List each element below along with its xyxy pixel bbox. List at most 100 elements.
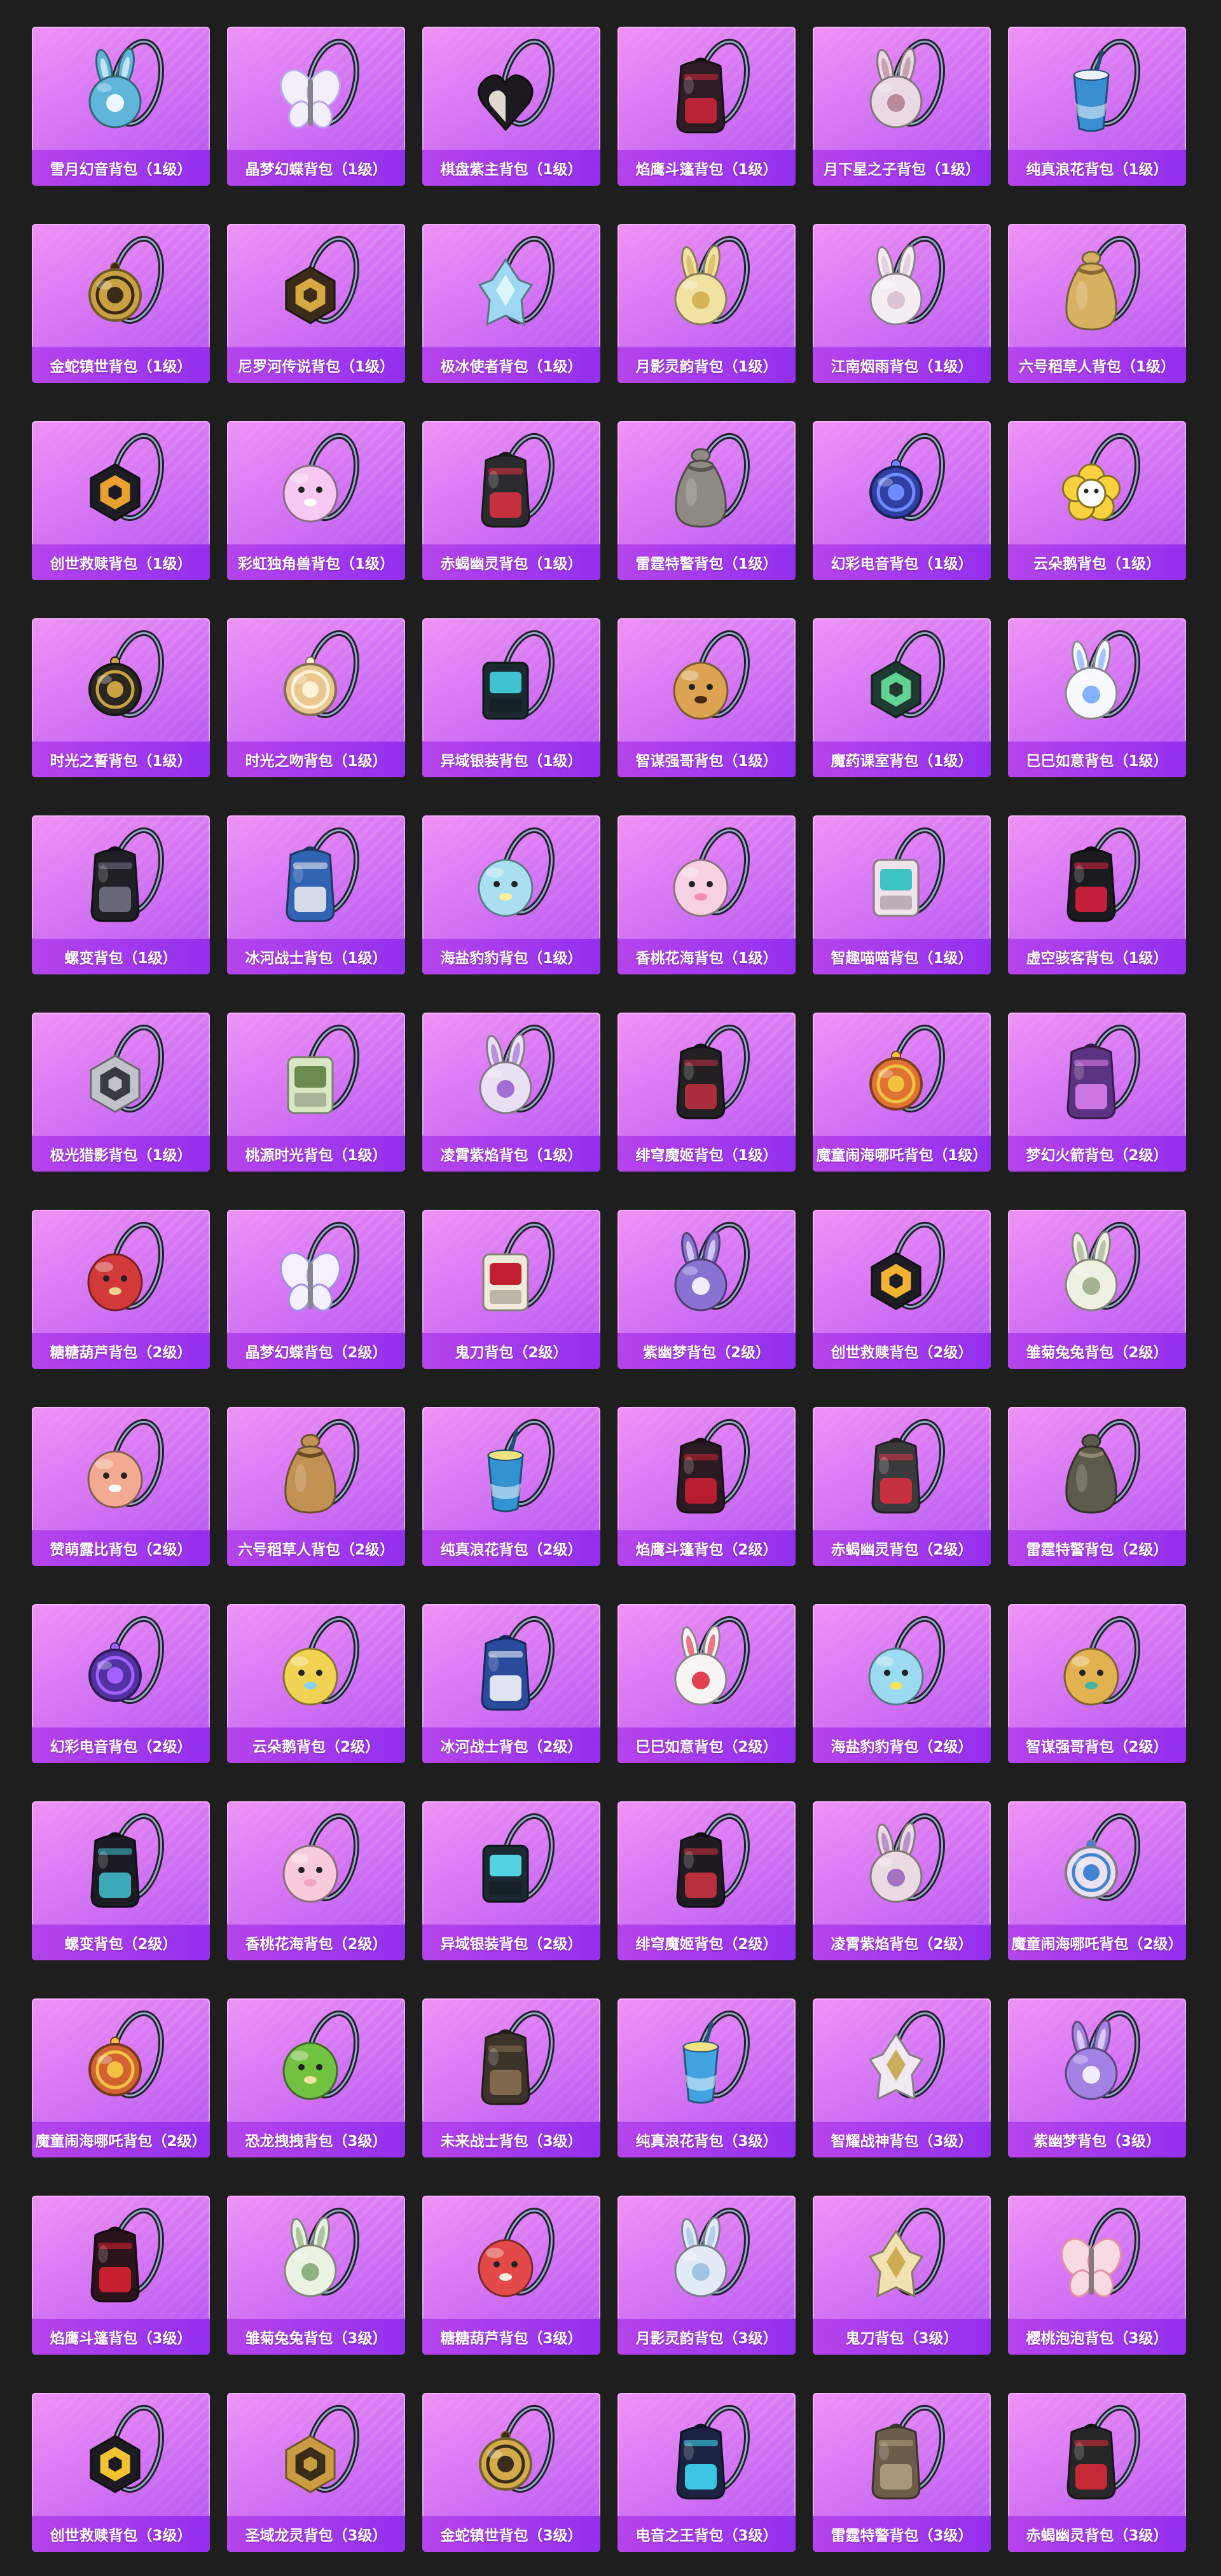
item-art — [422, 1801, 600, 1925]
creature-backpack-icon — [478, 2207, 555, 2297]
item-label: 香桃花海背包（1级） — [617, 938, 796, 974]
item-art — [422, 1013, 600, 1136]
backpack-card: 雪月幻音背包（1级） — [32, 27, 210, 186]
backpack-card: 雏菊兔兔背包（2级） — [1008, 1210, 1186, 1369]
item-label: 纯真浪花背包（2级） — [422, 1530, 600, 1566]
rucksack-backpack-icon — [481, 433, 555, 528]
item-label: 圣域龙灵背包（3级） — [227, 2516, 405, 2552]
item-label: 赞萌露比背包（2级） — [32, 1530, 210, 1566]
item-art — [617, 1210, 796, 1333]
item-label: 绯穹魔姬背包（1级） — [617, 1135, 796, 1172]
backpack-card: 凌霄紫焰背包（2级） — [813, 1801, 991, 1960]
box-backpack-icon — [287, 1024, 359, 1114]
bunny-backpack-icon — [1065, 2010, 1140, 2100]
rucksack-backpack-icon — [481, 2010, 555, 2105]
item-label: 糖糖葫芦背包（2级） — [32, 1333, 210, 1369]
item-art — [617, 1407, 796, 1530]
item-label: 桃源时光背包（1级） — [227, 1135, 405, 1172]
butterfly-backpack-icon — [280, 1221, 359, 1312]
backpack-card: 尼罗河传说背包（1级） — [227, 224, 405, 383]
backpack-card: 赤蝎幽灵背包（1级） — [422, 421, 600, 580]
item-label: 云朵鹅背包（1级） — [1008, 544, 1186, 580]
item-label: 尼罗河传说背包（1级） — [227, 347, 405, 383]
item-label: 螺变背包（2级） — [32, 1924, 210, 1960]
backpack-card: 螺变背包（2级） — [32, 1801, 210, 1960]
backpack-card: 香桃花海背包（1级） — [617, 815, 796, 974]
creature-backpack-icon — [868, 1616, 945, 1706]
item-label: 鬼刀背包（2级） — [422, 1333, 600, 1369]
item-art — [32, 618, 210, 742]
item-label: 魔童闹海哪吒背包（2级） — [1008, 1924, 1186, 1960]
item-art — [813, 2196, 991, 2319]
item-label: 赤蝎幽灵背包（2级） — [813, 1530, 991, 1566]
crystal-backpack-icon — [868, 2207, 945, 2298]
item-art — [227, 1998, 405, 2122]
bunny-backpack-icon — [674, 235, 750, 326]
backpack-card: 螺变背包（1级） — [32, 815, 210, 974]
item-label: 云朵鹅背包（2级） — [227, 1727, 405, 1763]
backpack-card: 时光之誓背包（1级） — [32, 618, 210, 777]
backpack-card: 巳巳如意背包（1级） — [1008, 618, 1186, 777]
medallion-backpack-icon — [1065, 1813, 1140, 1902]
backpack-card: 海盐豹豹背包（2级） — [813, 1604, 991, 1763]
item-label: 螺变背包（1级） — [32, 938, 210, 974]
item-art — [1008, 2393, 1186, 2516]
item-label: 智谋强哥背包（1级） — [617, 741, 796, 777]
item-art — [32, 1801, 210, 1925]
item-art — [813, 1801, 991, 1925]
backpack-card: 智谋强哥背包（1级） — [617, 618, 796, 777]
medallion-backpack-icon — [88, 2010, 164, 2099]
rucksack-backpack-icon — [90, 1813, 164, 1908]
backpack-card: 创世救赎背包（3级） — [32, 2393, 210, 2552]
bunny-backpack-icon — [869, 235, 945, 326]
item-art — [227, 224, 405, 347]
item-label: 晶梦幻蝶背包（1级） — [227, 149, 405, 186]
item-label: 梦幻火箭背包（2级） — [1008, 1135, 1186, 1172]
medallion-backpack-icon — [284, 630, 359, 719]
medallion-backpack-icon — [869, 1024, 945, 1113]
backpack-card: 极光猎影背包（1级） — [32, 1013, 210, 1172]
item-art — [32, 2393, 210, 2516]
item-art — [32, 2196, 210, 2319]
item-label: 智谋强哥背包（2级） — [1008, 1727, 1186, 1763]
backpack-card: 创世救赎背包（1级） — [32, 421, 210, 580]
item-art — [227, 2196, 405, 2319]
box-backpack-icon — [482, 1221, 555, 1312]
item-label: 焰鹰斗篷背包（3级） — [32, 2318, 210, 2355]
item-label: 极冰使者背包（1级） — [422, 347, 600, 383]
bunny-backpack-icon — [674, 2207, 750, 2297]
item-label: 巳巳如意背包（1级） — [1008, 741, 1186, 777]
rucksack-backpack-icon — [871, 2404, 945, 2500]
item-art — [1008, 421, 1186, 544]
item-label: 紫幽梦背包（3级） — [1008, 2121, 1186, 2157]
item-art — [227, 1013, 405, 1136]
rucksack-backpack-icon — [481, 1616, 555, 1711]
item-art — [32, 224, 210, 347]
item-label: 雷霆特警背包（2级） — [1008, 1530, 1186, 1566]
rucksack-backpack-icon — [676, 38, 750, 134]
item-art — [32, 421, 210, 544]
item-art — [422, 1998, 600, 2122]
backpack-card: 赞萌露比背包（2级） — [32, 1407, 210, 1566]
item-label: 异域银装背包（1级） — [422, 741, 600, 777]
item-label: 雪月幻音背包（1级） — [32, 149, 210, 186]
item-art — [813, 815, 991, 939]
sack-backpack-icon — [1065, 235, 1140, 331]
item-art — [422, 27, 600, 150]
item-art — [813, 618, 991, 742]
box-backpack-icon — [482, 630, 555, 720]
backpack-card: 云朵鹅背包（1级） — [1008, 421, 1186, 580]
hexagon-backpack-icon — [90, 433, 164, 522]
hexagon-backpack-icon — [285, 2404, 359, 2493]
item-art — [422, 2196, 600, 2319]
hexagon-backpack-icon — [90, 1024, 164, 1113]
backpack-card: 魔童闹海哪吒背包（2级） — [1008, 1801, 1186, 1960]
backpack-card: 冰河战士背包（2级） — [422, 1604, 600, 1763]
rucksack-backpack-icon — [90, 2207, 164, 2302]
sack-backpack-icon — [284, 1418, 359, 1514]
item-art — [813, 1407, 991, 1530]
item-label: 创世救赎背包（3级） — [32, 2516, 210, 2552]
backpack-card: 纯真浪花背包（1级） — [1008, 27, 1186, 186]
backpack-card: 电音之王背包（3级） — [617, 2393, 796, 2552]
item-art — [617, 618, 796, 742]
